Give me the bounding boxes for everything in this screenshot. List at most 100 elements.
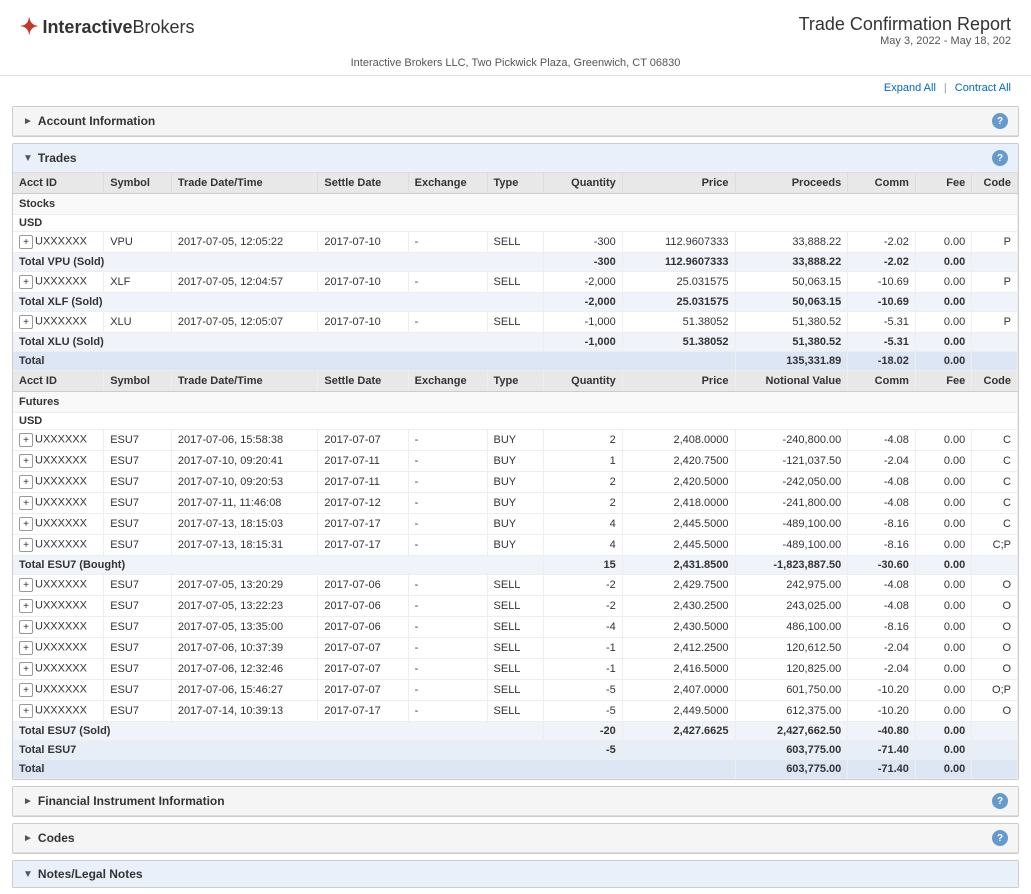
cell-proceeds: -489,100.00: [735, 535, 848, 556]
cell-qty: 4: [543, 535, 622, 556]
cell-fee: 0.00: [915, 272, 971, 293]
cell-acct: +UXXXXXX: [13, 514, 104, 535]
cell-symbol: ESU7: [104, 493, 172, 514]
cell-proceeds: 242,975.00: [735, 575, 848, 596]
cell-symbol: VPU: [104, 232, 172, 253]
subtotal-qty: -1,000: [543, 333, 622, 352]
subtotal-code: [972, 253, 1018, 272]
subtotal-price: 2,431.8500: [622, 556, 735, 575]
notes-header[interactable]: ▼ Notes/Legal Notes: [13, 861, 1018, 887]
cell-type: SELL: [487, 596, 543, 617]
table-row: +UXXXXXX ESU7 2017-07-06, 15:46:27 2017-…: [13, 680, 1018, 701]
expand-all-link[interactable]: Expand All: [884, 82, 936, 94]
cell-price: 2,430.2500: [622, 596, 735, 617]
financial-instrument-help-icon[interactable]: ?: [992, 793, 1008, 809]
expand-row-btn[interactable]: +: [19, 315, 33, 329]
financial-instrument-header[interactable]: ► Financial Instrument Information ?: [13, 787, 1018, 816]
notes-title: ▼ Notes/Legal Notes: [23, 867, 143, 881]
cell-fee: 0.00: [915, 659, 971, 680]
cell-qty: -300: [543, 232, 622, 253]
expand-row-btn[interactable]: +: [19, 517, 33, 531]
expand-row-btn[interactable]: +: [19, 578, 33, 592]
notes-section: ▼ Notes/Legal Notes: [12, 860, 1019, 888]
cell-proceeds: 33,888.22: [735, 232, 848, 253]
table-row: +UXXXXXX ESU7 2017-07-10, 09:20:41 2017-…: [13, 451, 1018, 472]
total-label: Total: [13, 352, 735, 371]
cell-settle: 2017-07-17: [318, 701, 408, 722]
cell-proceeds: 51,380.52: [735, 312, 848, 333]
expand-row-btn[interactable]: +: [19, 683, 33, 697]
cell-exchange: -: [408, 514, 487, 535]
help-icon[interactable]: ?: [992, 113, 1008, 129]
cell-comm: -2.04: [848, 451, 916, 472]
col-h2-comm: Comm: [848, 371, 916, 392]
subtotal-xlf: Total XLF (Sold) -2,000 25.031575 50,063…: [13, 293, 1018, 312]
cell-symbol: XLF: [104, 272, 172, 293]
cell-symbol: ESU7: [104, 514, 172, 535]
contract-all-link[interactable]: Contract All: [955, 82, 1011, 94]
cell-acct: +UXXXXXX: [13, 701, 104, 722]
cell-price: 2,412.2500: [622, 638, 735, 659]
expand-row-btn[interactable]: +: [19, 620, 33, 634]
expand-row-btn[interactable]: +: [19, 475, 33, 489]
account-info-header[interactable]: ► Account Information ?: [13, 107, 1018, 136]
cell-exchange: -: [408, 272, 487, 293]
chevron-down-icon: ▼: [23, 153, 33, 164]
total-comm: -71.40: [848, 741, 916, 760]
cell-datetime: 2017-07-05, 12:05:07: [171, 312, 318, 333]
expand-row-btn[interactable]: +: [19, 235, 33, 249]
expand-row-btn[interactable]: +: [19, 662, 33, 676]
trades-header[interactable]: ▼ Trades ?: [13, 144, 1018, 173]
cell-acct: +UXXXXXX: [13, 232, 104, 253]
cell-exchange: -: [408, 312, 487, 333]
total-proceeds: 603,775.00: [735, 741, 848, 760]
expand-row-btn[interactable]: +: [19, 275, 33, 289]
cell-code: O: [972, 575, 1018, 596]
cell-acct: +UXXXXXX: [13, 659, 104, 680]
subtotal-label: Total ESU7 (Bought): [13, 556, 543, 575]
cell-qty: 2: [543, 430, 622, 451]
cell-price: 2,416.5000: [622, 659, 735, 680]
expand-row-btn[interactable]: +: [19, 454, 33, 468]
cell-fee: 0.00: [915, 514, 971, 535]
cell-price: 2,420.7500: [622, 451, 735, 472]
expand-row-btn[interactable]: +: [19, 704, 33, 718]
cell-datetime: 2017-07-06, 15:58:38: [171, 430, 318, 451]
cell-exchange: -: [408, 638, 487, 659]
expand-row-btn[interactable]: +: [19, 538, 33, 552]
trades-table: Acct ID Symbol Trade Date/Time Settle Da…: [13, 173, 1018, 779]
financial-instrument-section: ► Financial Instrument Information ?: [12, 786, 1019, 817]
col-h2-code: Code: [972, 371, 1018, 392]
cell-acct: +UXXXXXX: [13, 312, 104, 333]
cell-qty: 1: [543, 451, 622, 472]
cell-type: BUY: [487, 493, 543, 514]
subtotal-code: [972, 333, 1018, 352]
cell-proceeds: 120,825.00: [735, 659, 848, 680]
codes-help-icon[interactable]: ?: [992, 830, 1008, 846]
table-row: +UXXXXXX ESU7 2017-07-06, 15:58:38 2017-…: [13, 430, 1018, 451]
expand-row-btn[interactable]: +: [19, 641, 33, 655]
expand-row-btn[interactable]: +: [19, 496, 33, 510]
stocks-group-header: Stocks: [13, 194, 1018, 215]
cell-symbol: ESU7: [104, 575, 172, 596]
subtotal-proceeds: 51,380.52: [735, 333, 848, 352]
cell-settle: 2017-07-11: [318, 451, 408, 472]
cell-fee: 0.00: [915, 451, 971, 472]
cell-code: O: [972, 701, 1018, 722]
subtotal-qty: -300: [543, 253, 622, 272]
expand-row-btn[interactable]: +: [19, 599, 33, 613]
subtotal-code: [972, 293, 1018, 312]
subtotal-label: Total XLU (Sold): [13, 333, 543, 352]
expand-row-btn[interactable]: +: [19, 433, 33, 447]
cell-code: O: [972, 638, 1018, 659]
cell-code: C;P: [972, 535, 1018, 556]
cell-exchange: -: [408, 659, 487, 680]
subtotal-proceeds: 50,063.15: [735, 293, 848, 312]
subtotal-qty: -2,000: [543, 293, 622, 312]
codes-header[interactable]: ► Codes ?: [13, 824, 1018, 853]
trades-help-icon[interactable]: ?: [992, 150, 1008, 166]
total-qty: -5: [543, 741, 622, 760]
cell-fee: 0.00: [915, 493, 971, 514]
cell-acct: +UXXXXXX: [13, 575, 104, 596]
cell-type: BUY: [487, 451, 543, 472]
